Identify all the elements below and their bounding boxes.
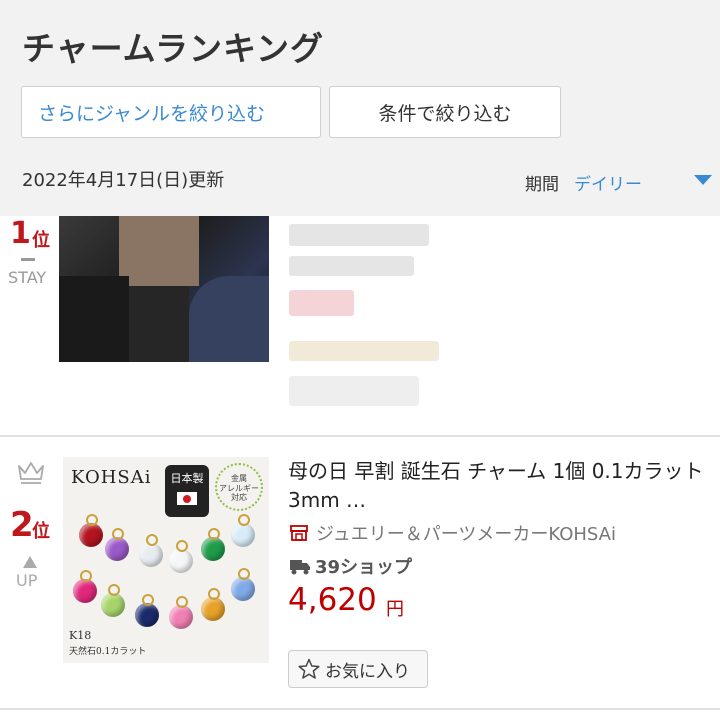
blurred-content: [289, 376, 419, 406]
page-title: チャームランキング: [22, 29, 325, 68]
store-icon: [290, 525, 308, 541]
gem: [169, 596, 193, 629]
gem: [101, 584, 125, 617]
gem: [105, 528, 129, 561]
divider: [0, 708, 720, 710]
gem: [79, 514, 103, 547]
rank-number: 1: [10, 216, 31, 251]
brand-logo: KOHSAi: [71, 467, 152, 488]
gem: [73, 570, 97, 603]
gem: [135, 594, 159, 627]
made-in-japan-label: 日本製: [170, 472, 204, 485]
favorite-button[interactable]: お気に入り: [288, 650, 428, 688]
ranking-item[interactable]: 1 位 STAY: [0, 216, 720, 436]
gem: [139, 534, 163, 567]
allergy-line: 金属: [231, 474, 247, 483]
up-arrow-icon: [23, 556, 37, 568]
store-name[interactable]: ジュエリー＆パーツメーカーKOHSAi: [316, 520, 616, 546]
blurred-content: [289, 341, 439, 361]
rank-movement: UP: [16, 571, 38, 590]
chevron-down-icon[interactable]: [694, 175, 712, 185]
crown-icon: [18, 462, 44, 484]
blurred-content: [289, 224, 429, 246]
rank-suffix: 位: [32, 521, 50, 542]
ranking-header: チャームランキング さらにジャンルを絞り込む 条件で絞り込む 2022年4月17…: [0, 0, 720, 216]
ranking-item[interactable]: 2 位 UP KOHSAi 日本製 金属 アレルギー 対応 K18 天然石0.1…: [0, 437, 720, 720]
favorite-label: お気に入り: [325, 661, 410, 682]
gem: [231, 514, 255, 547]
karat-label: K18: [69, 629, 92, 642]
blurred-content: [289, 290, 354, 316]
gem: [201, 588, 225, 621]
period-select[interactable]: デイリー: [574, 170, 642, 195]
gem: [169, 540, 193, 573]
shipping-label: 39ショップ: [315, 557, 413, 578]
made-in-japan-badge: 日本製: [165, 465, 209, 517]
price-unit: 円: [386, 599, 404, 620]
star-icon: [298, 658, 320, 679]
product-title[interactable]: 母の日 早割 誕生石 チャーム 1個 0.1カラット 3mm …: [288, 457, 708, 515]
rank-suffix: 位: [32, 230, 50, 251]
updated-date: 2022年4月17日(日)更新: [22, 170, 225, 191]
genre-filter-button[interactable]: さらにジャンルを絞り込む: [21, 86, 321, 138]
product-image[interactable]: KOHSAi 日本製 金属 アレルギー 対応 K18 天然石0.1カラット: [63, 457, 269, 663]
allergy-line: 対応: [231, 493, 247, 503]
product-image-blurred[interactable]: [59, 216, 269, 362]
blurred-content: [289, 256, 414, 276]
rank-number: 2: [10, 505, 34, 545]
allergy-badge: 金属 アレルギー 対応: [215, 463, 263, 511]
period-label: 期間: [525, 175, 559, 195]
gem: [201, 528, 225, 561]
stay-icon: [21, 258, 35, 261]
truck-icon: [290, 560, 310, 575]
allergy-line: アレルギー: [219, 483, 259, 493]
japan-flag-icon: [177, 492, 197, 505]
price: 4,620: [288, 582, 377, 618]
condition-filter-button[interactable]: 条件で絞り込む: [329, 86, 561, 138]
rank-movement: STAY: [8, 268, 47, 287]
stone-note: 天然石0.1カラット: [69, 647, 147, 657]
gem: [231, 568, 255, 601]
